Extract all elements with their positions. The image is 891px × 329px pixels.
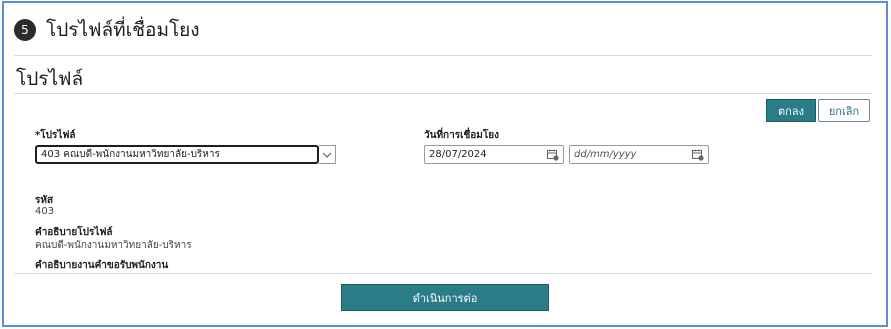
profile-dropdown-button[interactable] xyxy=(319,145,336,164)
step-number-badge: 5 xyxy=(14,19,36,41)
description-value: คณบดี-พนักงานมหาวิทยาลัย-บริหาร xyxy=(35,240,192,251)
profile-field-label: *โปรไฟล์ xyxy=(35,128,76,143)
start-date-value: 28/07/2024 xyxy=(429,149,487,160)
calendar-icon[interactable] xyxy=(547,149,559,161)
profile-label-text: โปรไฟล์ xyxy=(40,130,76,141)
code-value: 403 xyxy=(35,206,55,217)
calendar-icon[interactable] xyxy=(692,149,704,161)
step-title: โปรไฟล์ที่เชื่อมโยง xyxy=(46,19,200,41)
job-description-label: คำอธิบายงานคำขอรับพนักงาน xyxy=(35,260,169,271)
chevron-down-icon xyxy=(322,152,332,158)
end-date-field[interactable]: dd/mm/yyyy xyxy=(569,145,709,164)
section-divider xyxy=(14,93,872,94)
header-divider xyxy=(14,55,872,56)
step-header: 5 โปรไฟล์ที่เชื่อมโยง xyxy=(14,12,200,48)
continue-button[interactable]: ดำเนินการต่อ xyxy=(341,284,549,311)
footer-divider xyxy=(14,273,872,274)
link-date-label: วันที่การเชื่อมโยง xyxy=(424,130,499,141)
start-date-field[interactable]: 28/07/2024 xyxy=(424,145,564,164)
ok-button[interactable]: ตกลง xyxy=(766,99,816,122)
end-date-placeholder: dd/mm/yyyy xyxy=(574,149,637,160)
cancel-button[interactable]: ยกเลิก xyxy=(818,99,870,122)
profile-select[interactable]: 403 คณบดี-พนักงานมหาวิทยาลัย-บริหาร xyxy=(35,145,319,164)
section-title: โปรไฟล์ xyxy=(16,68,84,90)
linked-profiles-panel xyxy=(2,1,888,327)
